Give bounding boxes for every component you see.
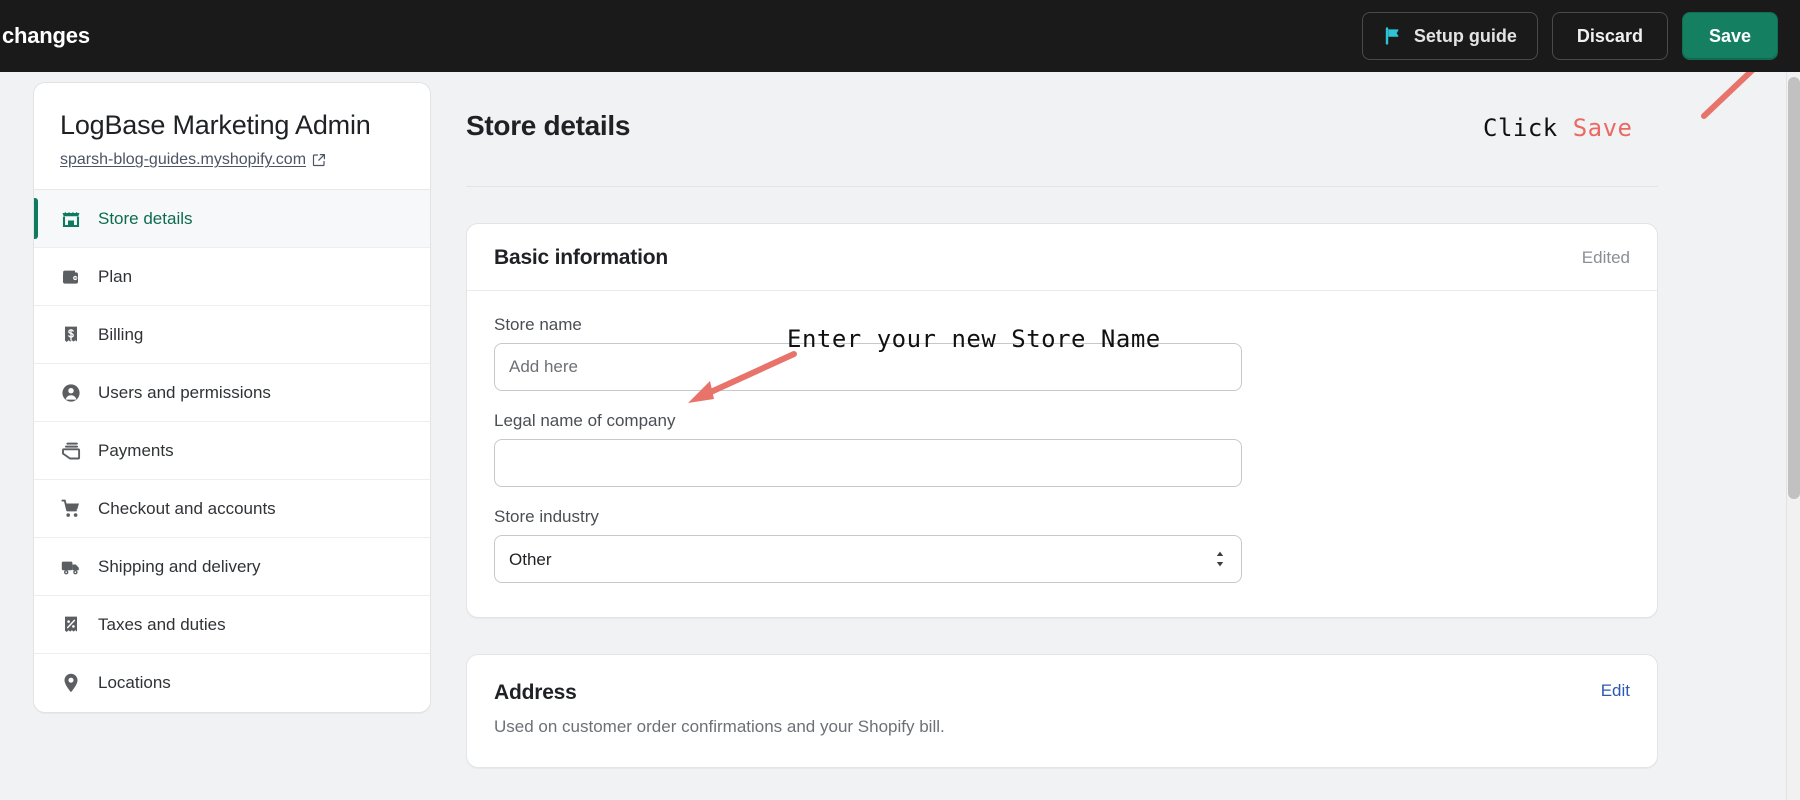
store-industry-field: Store industry Other <box>494 507 1630 583</box>
store-url-link[interactable]: sparsh-blog-guides.myshopify.com <box>60 151 306 169</box>
settings-sidebar: LogBase Marketing Admin sparsh-blog-guid… <box>33 82 431 713</box>
map-pin-icon <box>60 672 82 694</box>
address-title: Address <box>494 681 577 705</box>
wallet-icon <box>60 266 82 288</box>
address-description: Used on customer order confirmations and… <box>494 717 1630 737</box>
store-industry-select[interactable]: Other <box>494 535 1242 583</box>
page-content: LogBase Marketing Admin sparsh-blog-guid… <box>0 72 1786 800</box>
save-button[interactable]: Save <box>1682 12 1778 60</box>
sidebar-item-locations[interactable]: Locations <box>34 654 430 712</box>
sidebar-item-taxes-and-duties[interactable]: Taxes and duties <box>34 596 430 654</box>
delivery-truck-icon <box>60 556 82 578</box>
storefront-icon <box>60 208 82 230</box>
shopping-cart-icon <box>60 498 82 520</box>
annotation-click-prefix: Click <box>1483 114 1573 142</box>
receipt-dollar-icon <box>60 324 82 346</box>
basic-information-header: Basic information Edited <box>467 224 1657 291</box>
edited-status-badge: Edited <box>1582 248 1630 268</box>
legal-name-input[interactable] <box>494 439 1242 487</box>
top-bar: changes Setup guide Discard Save <box>0 0 1800 72</box>
basic-information-title: Basic information <box>494 246 668 270</box>
sidebar-item-label: Store details <box>98 209 193 229</box>
page-scrollbar[interactable] <box>1786 72 1800 800</box>
sidebar-item-label: Locations <box>98 673 171 693</box>
annotation-click-target: Save <box>1573 114 1633 142</box>
store-industry-select-wrapper[interactable]: Other <box>494 535 1242 583</box>
sidebar-item-checkout-and-accounts[interactable]: Checkout and accounts <box>34 480 430 538</box>
sidebar-item-shipping-and-delivery[interactable]: Shipping and delivery <box>34 538 430 596</box>
legal-name-field: Legal name of company <box>494 411 1630 487</box>
top-bar-actions: Setup guide Discard Save <box>1362 12 1778 60</box>
discard-button[interactable]: Discard <box>1552 12 1668 60</box>
title-divider <box>466 186 1658 187</box>
address-edit-link[interactable]: Edit <box>1601 681 1630 701</box>
store-url-row[interactable]: sparsh-blog-guides.myshopify.com <box>60 151 404 169</box>
legal-name-label: Legal name of company <box>494 411 1630 431</box>
sidebar-item-users-and-permissions[interactable]: Users and permissions <box>34 364 430 422</box>
sidebar-item-label: Payments <box>98 441 174 461</box>
address-body: Address Edit Used on customer order conf… <box>467 655 1657 767</box>
main-column: Store details Basic information Edited S… <box>466 82 1658 768</box>
save-bar-status-text: changes <box>0 23 90 49</box>
sidebar-item-label: Shipping and delivery <box>98 557 261 577</box>
sidebar-item-payments[interactable]: Payments <box>34 422 430 480</box>
sidebar-item-billing[interactable]: Billing <box>34 306 430 364</box>
sidebar-item-label: Taxes and duties <box>98 615 226 635</box>
annotation-enter-store-name: Enter your new Store Name <box>787 325 1161 353</box>
sidebar-item-plan[interactable]: Plan <box>34 248 430 306</box>
sidebar-item-label: Users and permissions <box>98 383 271 403</box>
page-title: Store details <box>466 82 1658 142</box>
flag-icon <box>1383 26 1403 46</box>
address-card: Address Edit Used on customer order conf… <box>466 654 1658 768</box>
annotation-click-save: Click Save <box>1483 114 1633 142</box>
store-industry-label: Store industry <box>494 507 1630 527</box>
basic-information-card: Basic information Edited Store name Lega… <box>466 223 1658 618</box>
store-name-heading: LogBase Marketing Admin <box>60 109 404 141</box>
sidebar-item-store-details[interactable]: Store details <box>34 190 430 248</box>
sidebar-item-label: Checkout and accounts <box>98 499 276 519</box>
external-link-icon <box>312 153 326 167</box>
person-circle-icon <box>60 382 82 404</box>
setup-guide-label: Setup guide <box>1414 26 1517 47</box>
scrollbar-thumb[interactable] <box>1788 77 1800 499</box>
sidebar-item-label: Billing <box>98 325 143 345</box>
sidebar-store-header: LogBase Marketing Admin sparsh-blog-guid… <box>34 83 430 190</box>
sidebar-item-label: Plan <box>98 267 132 287</box>
setup-guide-button[interactable]: Setup guide <box>1362 12 1538 60</box>
receipt-percent-icon <box>60 614 82 636</box>
credit-card-icon <box>60 440 82 462</box>
